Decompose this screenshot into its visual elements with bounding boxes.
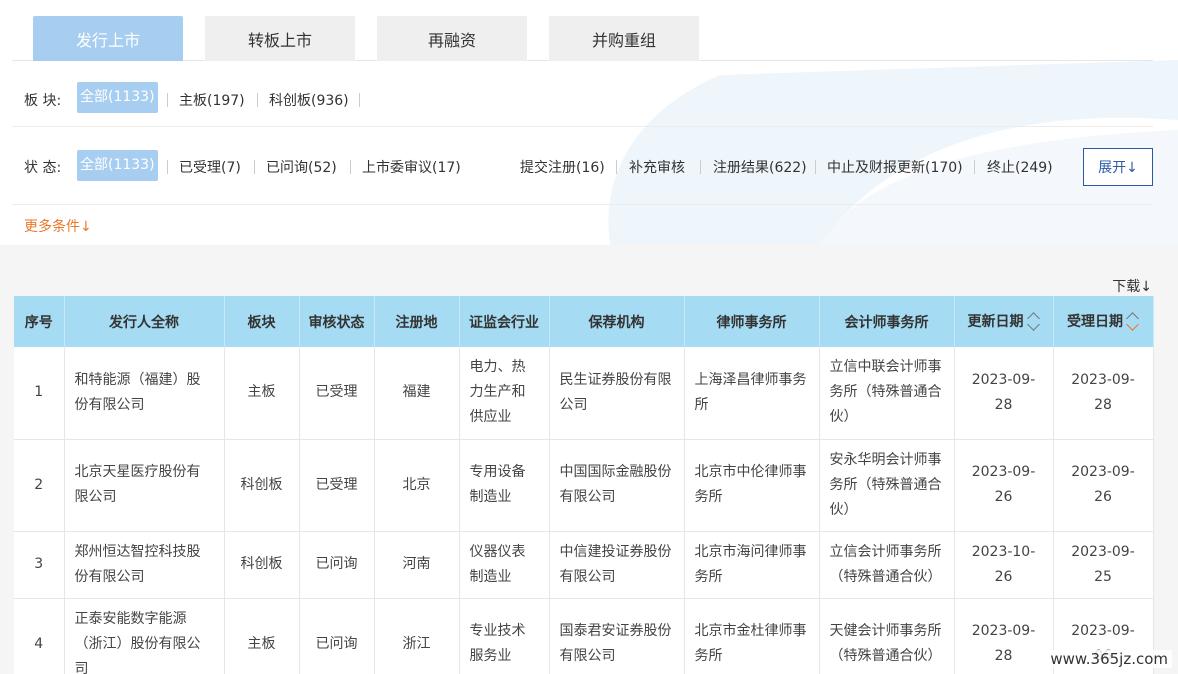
cell-board: 科创板: [224, 439, 300, 532]
table-row[interactable]: 4 正泰安能数字能源（浙江）股份有限公司 主板 已问询 浙江 专业技术服务业 国…: [14, 598, 1154, 674]
more-conditions-link[interactable]: 更多条件↓: [24, 216, 92, 236]
cell-update-date: 2023-09-28: [954, 347, 1054, 440]
tab-transfer-listing[interactable]: 转板上市: [205, 16, 355, 61]
expand-button[interactable]: 展开↓: [1083, 148, 1153, 186]
board-option-main[interactable]: 主板(197): [179, 90, 245, 110]
status-option-all[interactable]: 全部(1133): [77, 150, 158, 181]
separator: [700, 160, 701, 174]
cell-issuer[interactable]: 正泰安能数字能源（浙江）股份有限公司: [64, 598, 225, 674]
cell-industry: 仪器仪表制造业: [459, 531, 550, 599]
table-header-row: 序号 发行人全称 板块 审核状态 注册地 证监会行业 保荐机构 律师事务所 会计…: [14, 296, 1154, 347]
results-table: 序号 发行人全称 板块 审核状态 注册地 证监会行业 保荐机构 律师事务所 会计…: [14, 296, 1154, 674]
table-row[interactable]: 2 北京天星医疗股份有限公司 科创板 已受理 北京 专用设备制造业 中国国际金融…: [14, 439, 1154, 532]
cell-industry: 电力、热力生产和供应业: [459, 347, 550, 440]
cell-sponsor: 中国国际金融股份有限公司: [549, 439, 685, 532]
cell-accept-date: 2023-09-25: [1053, 531, 1154, 599]
cell-update-date: 2023-10-26: [954, 531, 1054, 599]
cell-region: 北京: [374, 439, 460, 532]
status-option-submit-registration[interactable]: 提交注册(16): [520, 157, 605, 177]
board-option-all[interactable]: 全部(1133): [77, 82, 158, 113]
download-link[interactable]: 下载↓: [1112, 276, 1152, 296]
cell-sponsor: 民生证券股份有限公司: [549, 347, 685, 440]
separator: [167, 160, 168, 174]
cell-issuer[interactable]: 郑州恒达智控科技股份有限公司: [64, 531, 225, 599]
separator: [815, 160, 816, 174]
status-option-inquired[interactable]: 已问询(52): [266, 157, 337, 177]
cell-update-date: 2023-09-28: [954, 598, 1054, 674]
cell-industry: 专用设备制造业: [459, 439, 550, 532]
status-option-accepted[interactable]: 已受理(7): [179, 157, 241, 177]
cell-region: 福建: [374, 347, 460, 440]
header-status: 审核状态: [299, 296, 375, 347]
cell-sponsor: 中信建投证券股份有限公司: [549, 531, 685, 599]
cell-accounting-firm: 安永华明会计师事务所（特殊普通合伙）: [819, 439, 955, 532]
status-filter-label: 状 态:: [24, 160, 62, 176]
cell-status: 已受理: [299, 347, 375, 440]
status-option-supplementary[interactable]: 补充审核: [629, 157, 685, 177]
cell-index: 1: [14, 347, 65, 440]
tab-bar: 发行上市 转板上市 再融资 并购重组: [12, 16, 1153, 61]
cell-industry: 专业技术服务业: [459, 598, 550, 674]
separator: [350, 160, 351, 174]
cell-law-firm: 北京市海问律师事务所: [684, 531, 820, 599]
header-accept-date-label: 受理日期: [1067, 313, 1123, 330]
cell-accept-date: 2023-09-28: [1053, 347, 1154, 440]
cell-status: 已问询: [299, 531, 375, 599]
cell-update-date: 2023-09-26: [954, 439, 1054, 532]
cell-issuer[interactable]: 和特能源（福建）股份有限公司: [64, 347, 225, 440]
header-board: 板块: [224, 296, 300, 347]
separator: [254, 160, 255, 174]
status-filter-row: 状 态: 全部(1133) 已受理(7) 已问询(52) 上市委审议(17) 提…: [12, 128, 1153, 205]
separator: [359, 93, 360, 107]
separator: [167, 93, 168, 107]
table-row[interactable]: 1 和特能源（福建）股份有限公司 主板 已受理 福建 电力、热力生产和供应业 民…: [14, 347, 1154, 440]
header-accept-date[interactable]: 受理日期: [1053, 296, 1154, 347]
board-filter-row: 板 块: 全部(1133) 主板(197) 科创板(936): [12, 61, 1153, 127]
cell-accounting-firm: 立信会计师事务所（特殊普通合伙）: [819, 531, 955, 599]
cell-status: 已受理: [299, 439, 375, 532]
cell-board: 主板: [224, 347, 300, 440]
cell-issuer[interactable]: 北京天星医疗股份有限公司: [64, 439, 225, 532]
header-sponsor: 保荐机构: [549, 296, 685, 347]
status-option-suspended[interactable]: 中止及财报更新(170): [827, 157, 963, 177]
separator: [257, 93, 258, 107]
cell-index: 3: [14, 531, 65, 599]
header-region: 注册地: [374, 296, 460, 347]
cell-sponsor: 国泰君安证券股份有限公司: [549, 598, 685, 674]
cell-law-firm: 北京市中伦律师事务所: [684, 439, 820, 532]
cell-index: 4: [14, 598, 65, 674]
header-issuer: 发行人全称: [64, 296, 225, 347]
separator: [974, 160, 975, 174]
cell-accounting-firm: 立信中联会计师事务所（特殊普通合伙）: [819, 347, 955, 440]
table-row[interactable]: 3 郑州恒达智控科技股份有限公司 科创板 已问询 河南 仪器仪表制造业 中信建投…: [14, 531, 1154, 599]
status-option-registration-result[interactable]: 注册结果(622): [713, 157, 807, 177]
header-industry: 证监会行业: [459, 296, 550, 347]
tab-mergers[interactable]: 并购重组: [549, 16, 699, 61]
cell-region: 河南: [374, 531, 460, 599]
tab-ipo[interactable]: 发行上市: [33, 16, 183, 61]
header-update-date[interactable]: 更新日期: [954, 296, 1054, 347]
status-option-committee[interactable]: 上市委审议(17): [362, 157, 461, 177]
tab-refinancing[interactable]: 再融资: [377, 16, 527, 61]
status-option-terminated[interactable]: 终止(249): [987, 157, 1053, 177]
cell-board: 科创板: [224, 531, 300, 599]
cell-law-firm: 北京市金杜律师事务所: [684, 598, 820, 674]
watermark: www.365jz.com: [1046, 650, 1172, 668]
cell-region: 浙江: [374, 598, 460, 674]
header-law-firm: 律师事务所: [684, 296, 820, 347]
board-option-star[interactable]: 科创板(936): [269, 90, 349, 110]
cell-accounting-firm: 天健会计师事务所（特殊普通合伙）: [819, 598, 955, 674]
cell-board: 主板: [224, 598, 300, 674]
cell-status: 已问询: [299, 598, 375, 674]
cell-index: 2: [14, 439, 65, 532]
header-update-date-label: 更新日期: [967, 313, 1024, 330]
separator: [616, 160, 617, 174]
sort-icon[interactable]: [1026, 311, 1040, 333]
cell-law-firm: 上海泽昌律师事务所: [684, 347, 820, 440]
header-accounting-firm: 会计师事务所: [819, 296, 955, 347]
board-filter-label: 板 块:: [24, 93, 62, 109]
cell-accept-date: 2023-09-26: [1053, 439, 1154, 532]
sort-icon[interactable]: [1126, 311, 1139, 333]
header-index: 序号: [14, 296, 65, 347]
